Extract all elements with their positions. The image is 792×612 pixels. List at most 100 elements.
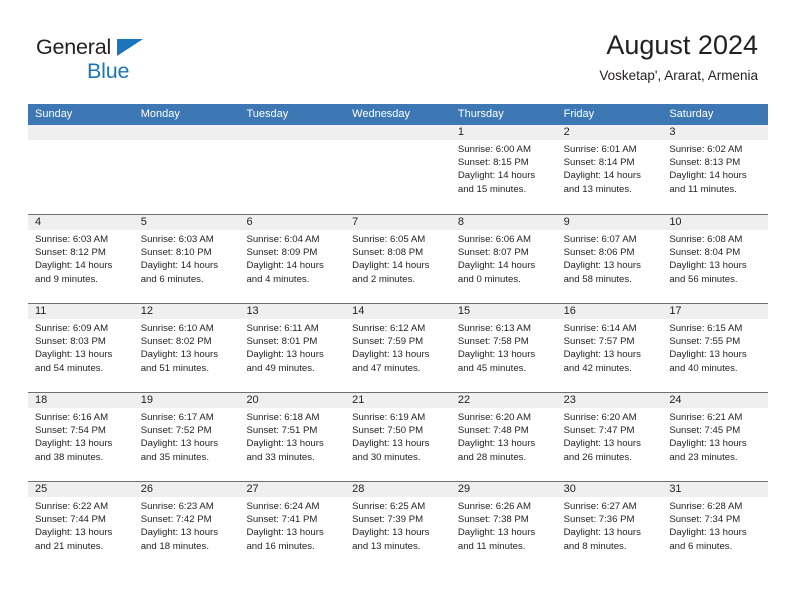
day-number: 25 (28, 482, 134, 497)
day-details: Sunrise: 6:03 AM Sunset: 8:12 PM Daylight:… (28, 230, 134, 286)
day-number (345, 125, 451, 140)
calendar-day-cell-empty (345, 125, 451, 214)
sunrise-time: Sunrise: 6:01 AM (563, 144, 637, 155)
calendar-day-cell[interactable]: 25 Sunrise: 6:22 AM Sunset: 7:44 PM Dayligh… (28, 482, 134, 570)
day-number: 13 (239, 304, 346, 319)
day-details: Sunrise: 6:09 AM Sunset: 8:03 PM Daylight:… (28, 319, 134, 375)
day-details: Sunrise: 6:03 AM Sunset: 8:10 PM Daylight:… (134, 230, 240, 286)
calendar-day-cell-empty (239, 125, 346, 214)
day-number (239, 125, 346, 140)
calendar-day-cell[interactable]: 2 Sunrise: 6:01 AM Sunset: 8:14 PM Daylight… (556, 125, 663, 214)
sunrise-time: Sunrise: 6:02 AM (669, 144, 743, 155)
calendar-day-cell[interactable]: 12 Sunrise: 6:10 AM Sunset: 8:02 PM Dayligh… (133, 304, 240, 392)
daylight-duration: Daylight: 14 hours and 15 minutes. (457, 170, 536, 195)
calendar-day-cell[interactable]: 3 Sunrise: 6:02 AM Sunset: 8:13 PM Daylight… (662, 125, 769, 214)
sunrise-time: Sunrise: 6:18 AM (246, 412, 320, 423)
sunrise-time: Sunrise: 6:00 AM (457, 144, 531, 155)
day-number: 18 (28, 393, 134, 408)
day-details: Sunrise: 6:02 AM Sunset: 8:13 PM Daylight:… (662, 140, 768, 196)
sunrise-time: Sunrise: 6:27 AM (563, 501, 637, 512)
calendar-day-cell[interactable]: 18 Sunrise: 6:16 AM Sunset: 7:54 PM Dayligh… (28, 393, 134, 481)
sunset-time: Sunset: 8:14 PM (563, 157, 635, 169)
calendar-day-cell[interactable]: 13 Sunrise: 6:11 AM Sunset: 8:01 PM Dayligh… (239, 304, 346, 392)
calendar-day-cell[interactable]: 16 Sunrise: 6:14 AM Sunset: 7:57 PM Dayligh… (556, 304, 663, 392)
calendar-day-cell[interactable]: 1 Sunrise: 6:00 AM Sunset: 8:15 PM Daylight… (450, 125, 557, 214)
day-details: Sunrise: 6:13 AM Sunset: 7:58 PM Daylight:… (451, 319, 557, 375)
calendar-day-cell[interactable]: 7 Sunrise: 6:05 AM Sunset: 8:08 PM Daylight… (345, 215, 451, 303)
calendar-day-cell[interactable]: 24 Sunrise: 6:21 AM Sunset: 7:45 PM Dayligh… (662, 393, 769, 481)
calendar-day-cell[interactable]: 20 Sunrise: 6:18 AM Sunset: 7:51 PM Dayligh… (239, 393, 346, 481)
calendar-day-cell[interactable]: 19 Sunrise: 6:17 AM Sunset: 7:52 PM Dayligh… (133, 393, 240, 481)
calendar-day-cell[interactable]: 15 Sunrise: 6:13 AM Sunset: 7:58 PM Dayligh… (450, 304, 557, 392)
calendar-day-cell[interactable]: 31 Sunrise: 6:28 AM Sunset: 7:34 PM Dayligh… (662, 482, 769, 570)
sunset-time: Sunset: 7:51 PM (246, 425, 318, 437)
sunset-time: Sunset: 8:04 PM (669, 247, 741, 259)
calendar-day-cell[interactable]: 23 Sunrise: 6:20 AM Sunset: 7:47 PM Dayligh… (556, 393, 663, 481)
sunset-time: Sunset: 8:15 PM (457, 157, 529, 169)
day-number: 17 (662, 304, 769, 319)
day-details: Sunrise: 6:20 AM Sunset: 7:47 PM Daylight:… (557, 408, 663, 464)
day-number: 7 (345, 215, 451, 230)
sunrise-time: Sunrise: 6:12 AM (352, 323, 426, 334)
day-details: Sunrise: 6:12 AM Sunset: 7:59 PM Daylight:… (345, 319, 451, 375)
daylight-duration: Daylight: 13 hours and 56 minutes. (669, 260, 747, 285)
sunset-time: Sunset: 7:34 PM (669, 514, 741, 526)
daylight-duration: Daylight: 13 hours and 6 minutes. (669, 527, 747, 552)
calendar-day-cell[interactable]: 27 Sunrise: 6:24 AM Sunset: 7:41 PM Dayligh… (239, 482, 346, 570)
day-details: Sunrise: 6:28 AM Sunset: 7:34 PM Daylight:… (662, 497, 768, 553)
daylight-duration: Daylight: 13 hours and 28 minutes. (457, 438, 536, 463)
calendar-day-cell[interactable]: 9 Sunrise: 6:07 AM Sunset: 8:06 PM Daylight… (556, 215, 663, 303)
calendar-day-cell[interactable]: 4 Sunrise: 6:03 AM Sunset: 8:12 PM Daylight… (28, 215, 134, 303)
calendar-day-cell[interactable]: 29 Sunrise: 6:26 AM Sunset: 7:38 PM Dayligh… (450, 482, 557, 570)
calendar-day-cell[interactable]: 21 Sunrise: 6:19 AM Sunset: 7:50 PM Dayligh… (345, 393, 451, 481)
day-details: Sunrise: 6:18 AM Sunset: 7:51 PM Daylight:… (239, 408, 345, 464)
day-details: Sunrise: 6:25 AM Sunset: 7:39 PM Daylight:… (345, 497, 451, 553)
brand-logo[interactable]: General Blue (36, 36, 296, 86)
sunrise-time: Sunrise: 6:17 AM (140, 412, 214, 423)
calendar-day-cell[interactable]: 17 Sunrise: 6:15 AM Sunset: 7:55 PM Dayligh… (662, 304, 769, 392)
daylight-duration: Daylight: 14 hours and 9 minutes. (35, 260, 113, 285)
daylight-duration: Daylight: 13 hours and 51 minutes. (140, 349, 219, 374)
calendar-day-cell[interactable]: 11 Sunrise: 6:09 AM Sunset: 8:03 PM Dayligh… (28, 304, 134, 392)
sunset-time: Sunset: 7:41 PM (246, 514, 318, 526)
day-details: Sunrise: 6:05 AM Sunset: 8:08 PM Daylight:… (345, 230, 451, 286)
daylight-duration: Daylight: 13 hours and 49 minutes. (246, 349, 324, 374)
calendar-day-cell[interactable]: 30 Sunrise: 6:27 AM Sunset: 7:36 PM Dayligh… (556, 482, 663, 570)
daylight-duration: Daylight: 14 hours and 13 minutes. (563, 170, 641, 195)
daylight-duration: Daylight: 13 hours and 16 minutes. (246, 527, 324, 552)
calendar-day-cell[interactable]: 26 Sunrise: 6:23 AM Sunset: 7:42 PM Dayligh… (133, 482, 240, 570)
calendar-day-cell[interactable]: 10 Sunrise: 6:08 AM Sunset: 8:04 PM Dayligh… (662, 215, 769, 303)
sunset-time: Sunset: 8:12 PM (35, 247, 106, 259)
sunrise-time: Sunrise: 6:24 AM (246, 501, 320, 512)
page-subtitle: Vosketap', Ararat, Armenia (599, 68, 758, 83)
day-details: Sunrise: 6:06 AM Sunset: 8:07 PM Daylight:… (451, 230, 557, 286)
sunset-time: Sunset: 8:09 PM (246, 247, 318, 259)
page-header: General Blue August 2024 Vosketap', Arar… (0, 0, 792, 100)
day-details: Sunrise: 6:14 AM Sunset: 7:57 PM Daylight:… (557, 319, 663, 375)
calendar-day-cell[interactable]: 8 Sunrise: 6:06 AM Sunset: 8:07 PM Daylight… (450, 215, 557, 303)
daylight-duration: Daylight: 13 hours and 35 minutes. (140, 438, 219, 463)
calendar-week-row: 4 Sunrise: 6:03 AM Sunset: 8:12 PM Daylight… (28, 214, 769, 303)
sunset-time: Sunset: 7:38 PM (457, 514, 529, 526)
calendar-day-cell[interactable]: 5 Sunrise: 6:03 AM Sunset: 8:10 PM Daylight… (133, 215, 240, 303)
daylight-duration: Daylight: 14 hours and 4 minutes. (246, 260, 324, 285)
day-details: Sunrise: 6:22 AM Sunset: 7:44 PM Daylight:… (28, 497, 134, 553)
sunset-time: Sunset: 7:36 PM (563, 514, 635, 526)
sunset-time: Sunset: 8:07 PM (457, 247, 529, 259)
weekday-header-row: Sunday Monday Tuesday Wednesday Thursday… (28, 104, 768, 125)
sunrise-time: Sunrise: 6:05 AM (352, 234, 426, 245)
sunrise-time: Sunrise: 6:09 AM (35, 323, 109, 334)
calendar-day-cell[interactable]: 28 Sunrise: 6:25 AM Sunset: 7:39 PM Dayligh… (345, 482, 451, 570)
daylight-duration: Daylight: 14 hours and 6 minutes. (140, 260, 219, 285)
day-number: 10 (662, 215, 769, 230)
calendar-week-row: 25 Sunrise: 6:22 AM Sunset: 7:44 PM Dayligh… (28, 481, 769, 570)
calendar-day-cell[interactable]: 14 Sunrise: 6:12 AM Sunset: 7:59 PM Dayligh… (345, 304, 451, 392)
day-number: 16 (556, 304, 663, 319)
day-details: Sunrise: 6:10 AM Sunset: 8:02 PM Daylight:… (134, 319, 240, 375)
day-details: Sunrise: 6:20 AM Sunset: 7:48 PM Daylight:… (451, 408, 557, 464)
sunset-time: Sunset: 7:42 PM (140, 514, 212, 526)
day-details: Sunrise: 6:24 AM Sunset: 7:41 PM Daylight:… (239, 497, 345, 553)
day-details: Sunrise: 6:04 AM Sunset: 8:09 PM Daylight:… (239, 230, 345, 286)
calendar-day-cell[interactable]: 6 Sunrise: 6:04 AM Sunset: 8:09 PM Daylight… (239, 215, 346, 303)
calendar-day-cell[interactable]: 22 Sunrise: 6:20 AM Sunset: 7:48 PM Dayligh… (450, 393, 557, 481)
